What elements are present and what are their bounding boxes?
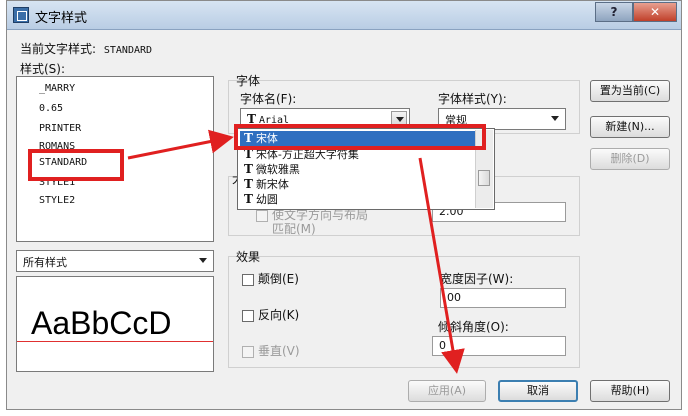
window-title: 文字样式	[35, 11, 88, 26]
width-factor-input[interactable]: 00	[440, 288, 566, 308]
close-button[interactable]: ✕	[633, 2, 677, 22]
truetype-icon: T	[244, 177, 253, 191]
set-current-button[interactable]: 置为当前(C)	[590, 80, 670, 102]
delete-style-button[interactable]: 删除(D)	[590, 148, 670, 170]
cancel-button[interactable]: 取消	[498, 380, 578, 402]
highlight-box-standard	[28, 149, 124, 181]
vertical-checkbox[interactable]: 垂直(V)	[242, 342, 300, 358]
font-name-label: 字体名(F):	[240, 92, 297, 106]
style-item-marry[interactable]: _MARRY	[39, 83, 75, 94]
truetype-icon: T	[244, 192, 253, 206]
font-option-youyuan[interactable]: T 幼圆	[244, 192, 278, 207]
backwards-checkbox[interactable]: 反向(K)	[242, 306, 299, 322]
preview-box: AaBbCcD	[16, 276, 214, 372]
font-option-weiruan-yahei[interactable]: T 微软雅黑	[244, 162, 300, 177]
effects-group-label: 效果	[236, 250, 261, 264]
preview-baseline	[17, 341, 213, 342]
checkbox-box[interactable]	[242, 345, 254, 358]
checkbox-box[interactable]	[242, 273, 254, 286]
styles-label: 样式(S):	[20, 62, 66, 76]
current-style-label: 当前文字样式: STANDARD	[20, 42, 153, 56]
apply-button[interactable]: 应用(A)	[408, 380, 486, 402]
help-title-button[interactable]: ?	[595, 2, 633, 22]
style-filter-value: 所有样式	[23, 256, 67, 269]
help-button[interactable]: 帮助(H)	[590, 380, 670, 402]
oblique-angle-input[interactable]: 0	[432, 336, 566, 356]
preview-text: AaBbCcD	[31, 305, 172, 341]
title-bar[interactable]: 文字样式 ? ✕	[7, 1, 681, 30]
style-item-065[interactable]: 0.65	[39, 103, 63, 114]
font-option-xin-songti[interactable]: T 新宋体	[244, 177, 289, 192]
style-item-style2[interactable]: STYLE2	[39, 195, 75, 206]
chevron-down-icon	[547, 111, 563, 127]
scrollbar-thumb[interactable]	[478, 170, 490, 186]
style-item-printer[interactable]: PRINTER	[39, 123, 81, 134]
orientation-label-line2: 匹配(M)	[272, 222, 316, 236]
truetype-icon: T	[244, 162, 253, 176]
font-style-label: 字体样式(Y):	[438, 92, 507, 106]
current-style-value: STANDARD	[103, 45, 153, 56]
oblique-angle-label: 倾斜角度(O):	[438, 320, 509, 334]
font-group-label: 字体	[236, 74, 261, 88]
style-filter-select[interactable]: 所有样式	[16, 250, 214, 272]
chevron-down-icon	[195, 253, 211, 269]
highlight-box-songti	[234, 124, 486, 150]
checkbox-box[interactable]	[256, 209, 268, 222]
checkbox-box[interactable]	[242, 309, 254, 322]
new-style-button[interactable]: 新建(N)...	[590, 116, 670, 138]
upside-down-checkbox[interactable]: 颠倒(E)	[242, 270, 299, 286]
width-factor-label: 宽度因子(W):	[440, 272, 514, 286]
app-icon	[13, 7, 29, 23]
